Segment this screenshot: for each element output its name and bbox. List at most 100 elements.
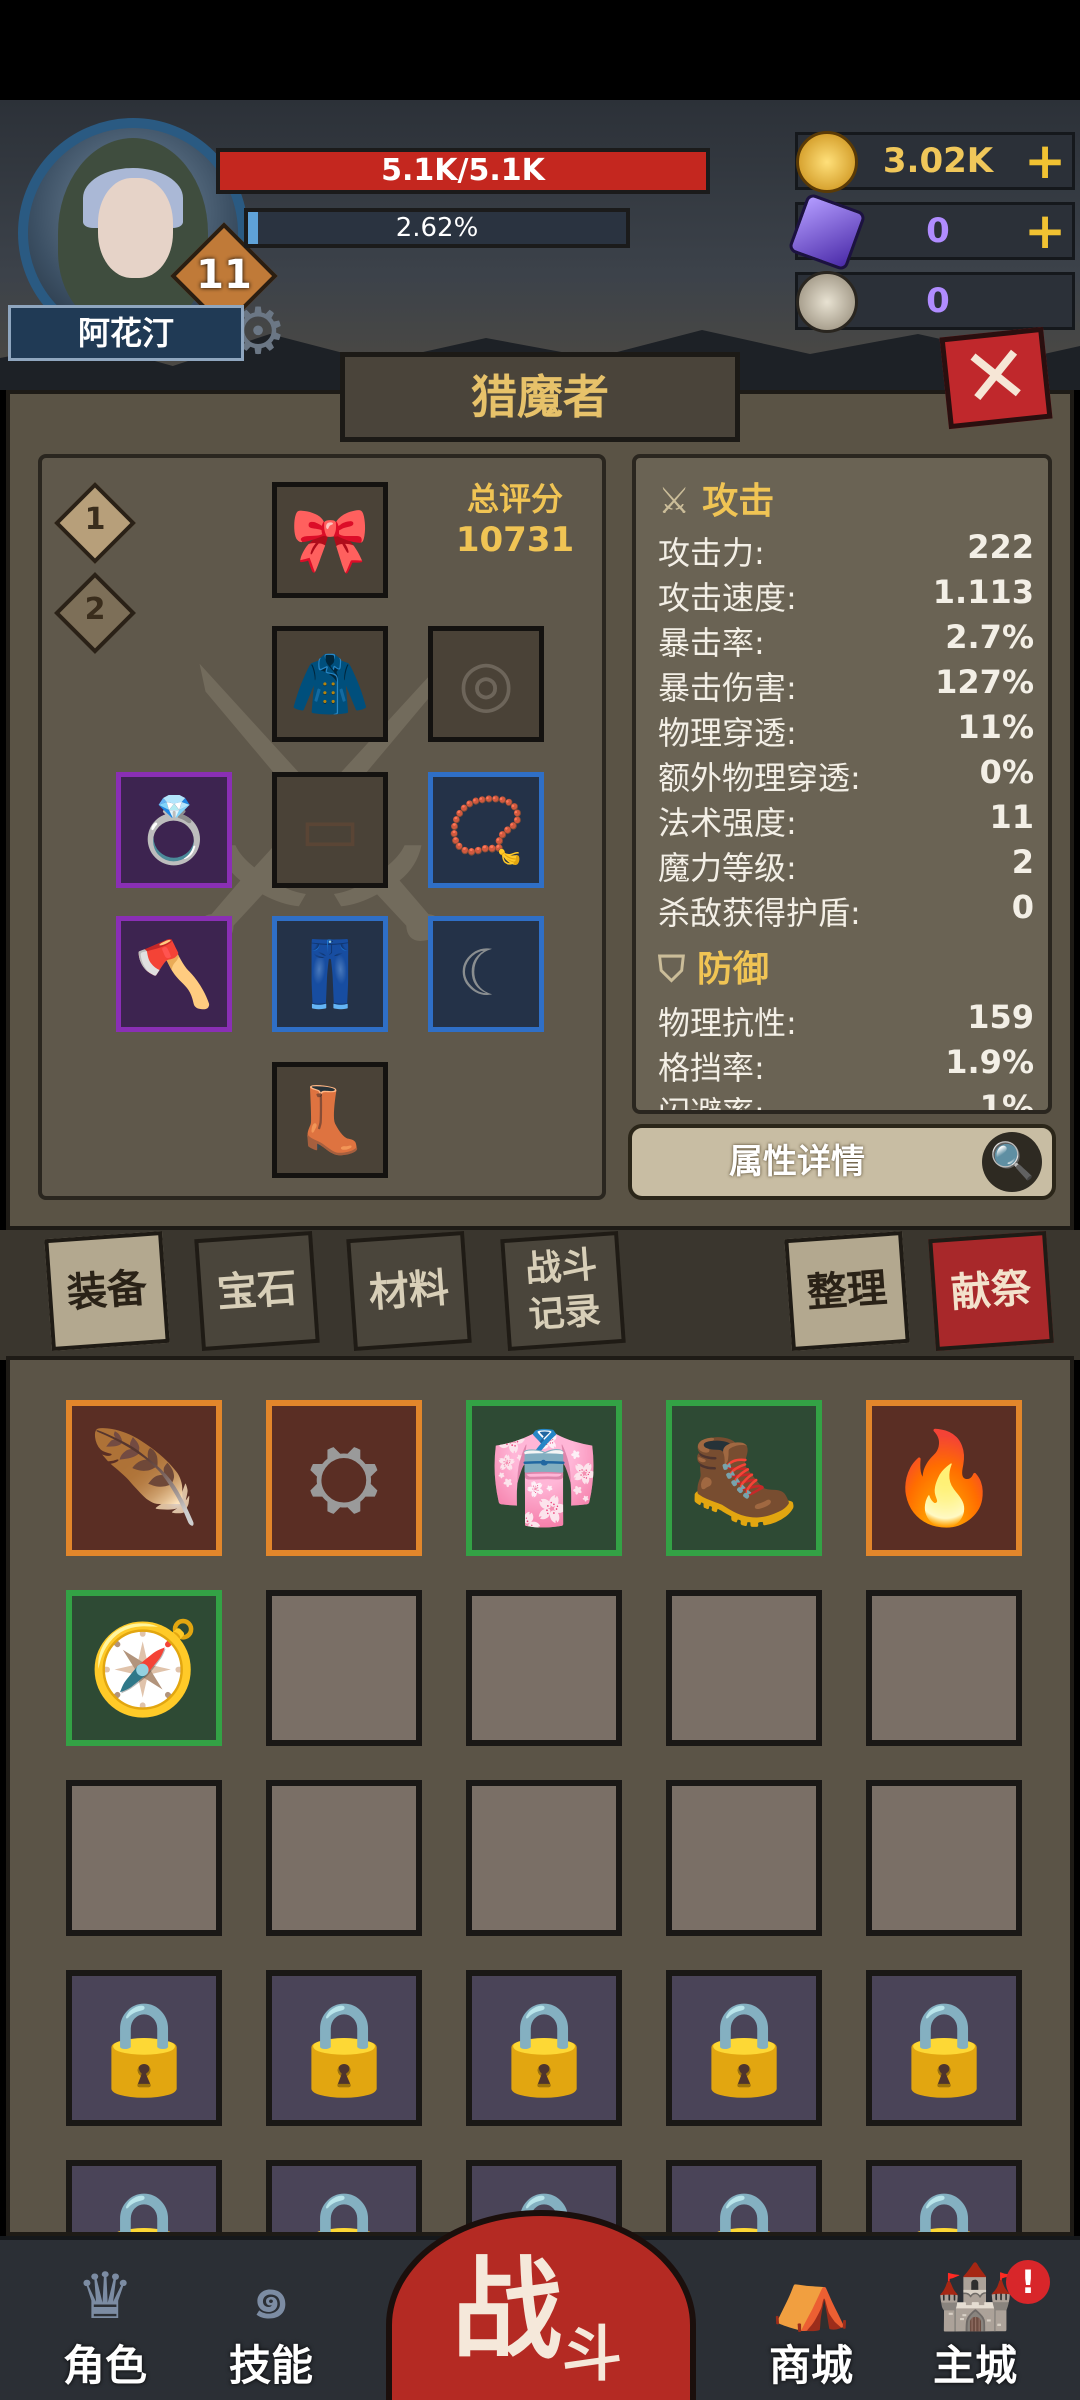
padlock-icon: 🔒 bbox=[487, 1995, 601, 2101]
attack-header: ⚔ 攻击 bbox=[658, 472, 774, 524]
nav-shop-label: 商城 bbox=[768, 2341, 853, 2390]
score-label: 总评分 bbox=[466, 480, 563, 518]
stat-row: 闪避率: 1% bbox=[658, 1088, 1034, 1114]
inventory-slot-empty[interactable] bbox=[66, 1780, 222, 1936]
slot-sickle[interactable]: ☾ bbox=[428, 916, 544, 1032]
inventory-slot-empty[interactable] bbox=[866, 1590, 1022, 1746]
inventory-slot-locked[interactable]: 🔒 bbox=[866, 1970, 1022, 2126]
status-bar bbox=[0, 0, 1080, 100]
slot-boots[interactable]: 👢 bbox=[272, 1062, 388, 1178]
slot-axe[interactable]: 🪓 bbox=[116, 916, 232, 1032]
inventory-slot-locked[interactable]: 🔒 bbox=[66, 2160, 222, 2232]
hp-text: 5.1K/5.1K bbox=[381, 153, 545, 188]
stat-row: 额外物理穿透: 0% bbox=[658, 753, 1034, 797]
slot-pants[interactable]: 👖 bbox=[272, 916, 388, 1032]
slot-necklace[interactable]: 📿 bbox=[428, 772, 544, 888]
inventory-slot-empty[interactable] bbox=[666, 1590, 822, 1746]
pendant-necklace-icon: 📿 bbox=[446, 793, 526, 868]
round-shield-icon: ⛭ bbox=[308, 1425, 380, 1530]
inventory-slot-locked[interactable]: 🔒 bbox=[266, 2160, 422, 2233]
avatar-face bbox=[98, 178, 173, 278]
crossed-swords-icon: ⚔ bbox=[658, 481, 691, 522]
battle-label-2: 斗 bbox=[562, 2320, 622, 2390]
tab-gems[interactable]: 宝石 bbox=[194, 1231, 320, 1351]
add-gold-button[interactable]: + bbox=[1024, 135, 1066, 187]
notification-badge: ! bbox=[1006, 2260, 1050, 2304]
score-value: 10731 bbox=[455, 520, 575, 560]
tab-equipment[interactable]: 装备 bbox=[44, 1231, 170, 1351]
inventory-slot[interactable]: 🔥 bbox=[866, 1400, 1022, 1556]
inventory-slot-locked[interactable]: 🔒 bbox=[666, 1970, 822, 2126]
feather-quill-icon: 🪶 bbox=[87, 1425, 201, 1531]
inventory-slot-empty[interactable] bbox=[666, 1780, 822, 1936]
padlock-icon: 🔒 bbox=[288, 2186, 400, 2233]
tent-icon: ⛺ bbox=[771, 2260, 851, 2334]
stat-key: 攻击力: bbox=[658, 534, 765, 572]
battle-log-line2: 记录 bbox=[527, 1290, 602, 1337]
inventory-slot[interactable]: ⛭ bbox=[266, 1400, 422, 1556]
inventory-slot-locked[interactable]: 🔒 bbox=[666, 2160, 822, 2233]
sacrifice-button[interactable]: 献祭 bbox=[928, 1231, 1054, 1351]
green-boots-icon: 👢 bbox=[290, 1083, 370, 1158]
inventory-slot[interactable]: 🧭 bbox=[66, 1590, 222, 1746]
nav-shop[interactable]: ⛺ 商城 bbox=[736, 2262, 886, 2392]
page-tab-2-label: 2 bbox=[84, 592, 106, 627]
slot-ring[interactable]: 💍 bbox=[116, 772, 232, 888]
nav-skills[interactable]: ๑ 技能 bbox=[196, 2262, 346, 2392]
slot-headband[interactable]: 🎀 bbox=[272, 482, 388, 598]
padlock-icon: 🔒 bbox=[87, 1995, 201, 2101]
hp-bar: 5.1K/5.1K bbox=[216, 148, 710, 194]
tab-battle-log[interactable]: 战斗 记录 bbox=[500, 1231, 626, 1351]
inventory-slot-locked[interactable]: 🔒 bbox=[266, 1970, 422, 2126]
belt-icon: ▭ bbox=[299, 793, 361, 867]
attribute-details-button[interactable]: 属性详情 🔍 bbox=[628, 1124, 1056, 1200]
fire-staff-icon: 🔥 bbox=[887, 1425, 1001, 1531]
stat-value: 1% bbox=[979, 1088, 1034, 1114]
nav-character[interactable]: ♛ 角色 bbox=[30, 2262, 180, 2392]
inventory-slot[interactable]: 🪶 bbox=[66, 1400, 222, 1556]
stat-row: 物理穿透: 11% bbox=[658, 708, 1034, 752]
stat-value: 0% bbox=[979, 753, 1034, 791]
winged-helmet-icon: ♛ bbox=[76, 2260, 134, 2334]
fur-cloak-icon: 🧥 bbox=[290, 647, 370, 722]
slot-empty-amulet[interactable]: ◎ bbox=[428, 626, 544, 742]
inventory-slot-empty[interactable] bbox=[866, 1780, 1022, 1936]
inventory-slot[interactable]: 👘 bbox=[466, 1400, 622, 1556]
inventory-slot-empty[interactable] bbox=[266, 1780, 422, 1936]
stat-row: 攻击速度: 1.113 bbox=[658, 573, 1034, 617]
shield-icon: ⛉ bbox=[658, 949, 686, 990]
padlock-icon: 🔒 bbox=[688, 2186, 800, 2233]
padlock-icon: 🔒 bbox=[887, 1995, 1001, 2101]
padlock-icon: 🔒 bbox=[287, 1995, 401, 2101]
stat-row: 杀敌获得护盾: 0 bbox=[658, 888, 1034, 932]
inventory-slot-empty[interactable] bbox=[266, 1590, 422, 1746]
close-button[interactable]: ✕ bbox=[939, 327, 1053, 430]
tab-materials[interactable]: 材料 bbox=[346, 1231, 472, 1351]
attribute-details-label: 属性详情 bbox=[729, 1142, 865, 1182]
padlock-icon: 🔒 bbox=[687, 1995, 801, 2101]
inventory-slot-locked[interactable]: 🔒 bbox=[866, 2160, 1022, 2232]
gold-coin-icon bbox=[796, 131, 858, 193]
stat-key: 魔力等级: bbox=[658, 849, 797, 887]
sort-button[interactable]: 整理 bbox=[784, 1231, 910, 1351]
add-crystal-button[interactable]: + bbox=[1024, 205, 1066, 257]
inventory-slot[interactable]: 🥾 bbox=[666, 1400, 822, 1556]
stat-key: 闪避率: bbox=[658, 1094, 765, 1114]
stat-row: 格挡率: 1.9% bbox=[658, 1043, 1034, 1087]
inventory-slot-empty[interactable] bbox=[466, 1590, 622, 1746]
stats-box: ⚔ 攻击 攻击力: 222 攻击速度: 1.113 暴击率: 2.7% 暴击伤害: 127… bbox=[632, 454, 1052, 1114]
slot-belt[interactable]: ▭ bbox=[272, 772, 388, 888]
inventory-slot-locked[interactable]: 🔒 bbox=[66, 1970, 222, 2126]
inventory-slot-empty[interactable] bbox=[466, 1780, 622, 1936]
stat-value: 222 bbox=[967, 528, 1034, 566]
stat-key: 额外物理穿透: bbox=[658, 759, 861, 797]
stat-key: 暴击伤害: bbox=[658, 669, 797, 707]
stat-row: 魔力等级: 2 bbox=[658, 843, 1034, 887]
pants-icon: 👖 bbox=[290, 937, 370, 1012]
purple-ring-icon: 💍 bbox=[134, 793, 214, 868]
inventory-slot-locked[interactable]: 🔒 bbox=[466, 1970, 622, 2126]
battle-label-1: 战 bbox=[452, 2246, 562, 2374]
axe-icon: 🪓 bbox=[134, 937, 214, 1012]
xp-bar: 2.62% bbox=[244, 208, 630, 248]
slot-cloak[interactable]: 🧥 bbox=[272, 626, 388, 742]
